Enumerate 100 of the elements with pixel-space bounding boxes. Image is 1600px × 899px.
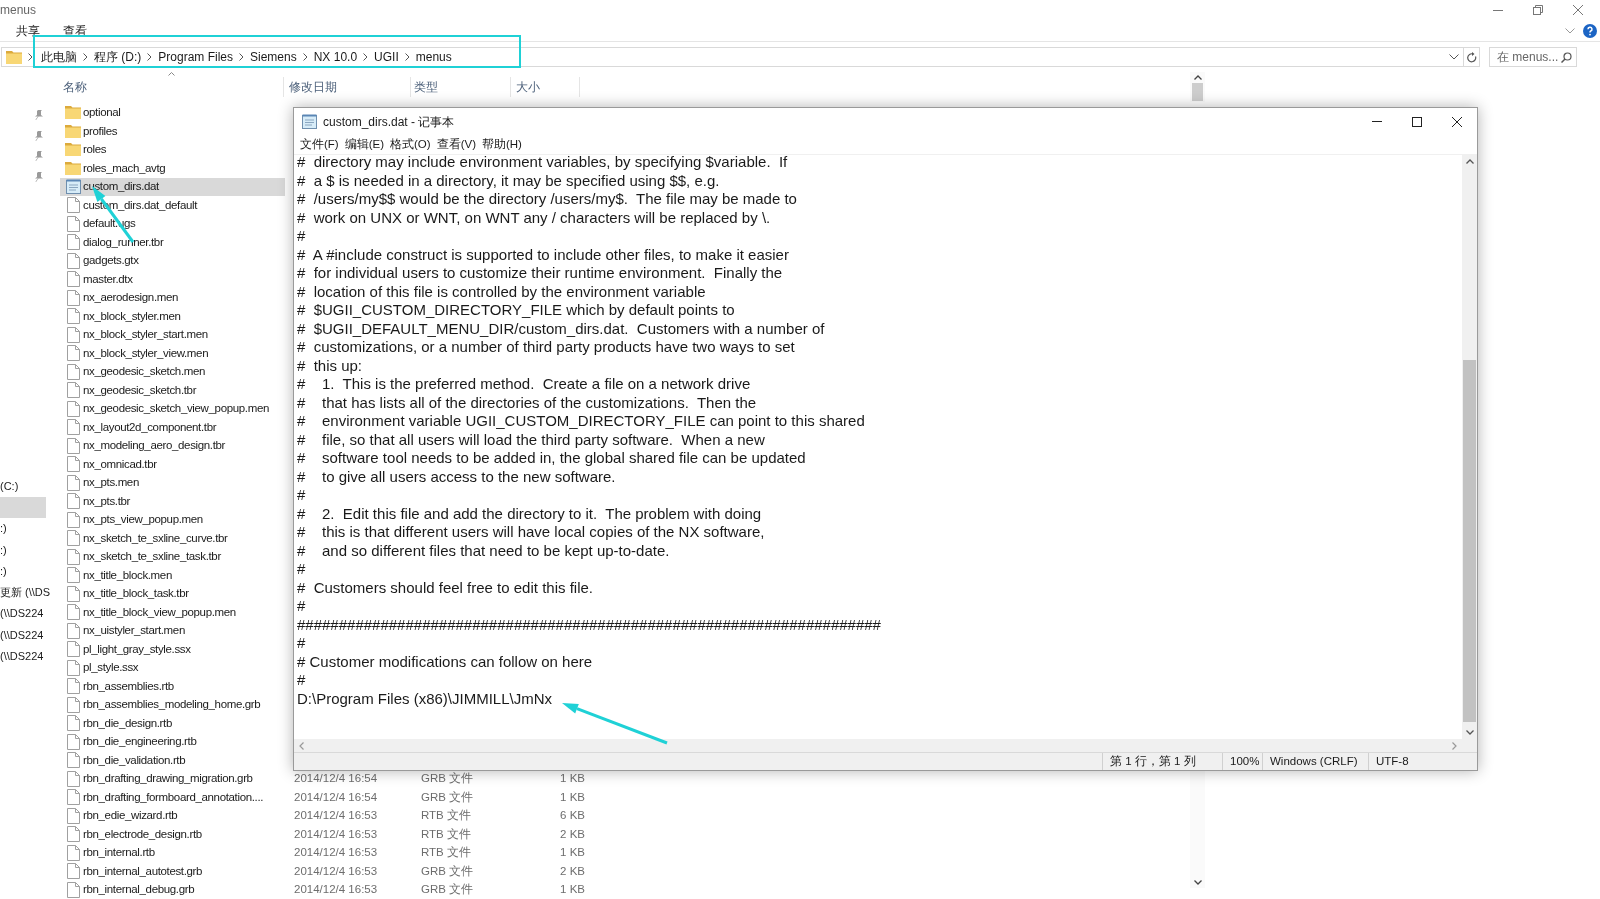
breadcrumb-item[interactable]: Siemens <box>250 51 297 63</box>
scroll-down-icon[interactable] <box>1193 880 1202 885</box>
file-item[interactable]: nx_geodesic_sketch.tbr <box>60 381 285 400</box>
file-item[interactable]: nx_block_styler.men <box>60 307 285 326</box>
breadcrumb-item[interactable]: 程序 (D:) <box>94 51 142 63</box>
file-item[interactable]: nx_uistyler_start.men <box>60 621 285 640</box>
nav-item[interactable]: (\\DS224 <box>0 603 46 625</box>
file-item[interactable]: nx_aerodesign.men <box>60 288 285 307</box>
file-item[interactable]: roles_mach_avtg <box>60 159 285 178</box>
chevron-down-icon[interactable] <box>1565 27 1575 34</box>
file-item[interactable]: nx_sketch_te_sxline_task.tbr <box>60 547 285 566</box>
file-item[interactable]: nx_omnicad.tbr <box>60 455 285 474</box>
file-item[interactable]: rbn_assemblies_modeling_home.grb <box>60 695 285 714</box>
breadcrumb-item[interactable]: NX 10.0 <box>313 51 358 63</box>
file-item[interactable]: rbn_edie_wizard.rtb <box>60 806 285 825</box>
file-item[interactable]: gadgets.gtx <box>60 251 285 270</box>
address-bar[interactable]: 此电脑 程序 (D:) Program Files Siemens NX 10.0 UGII menus <box>1 47 1464 67</box>
file-icon <box>66 604 80 621</box>
search-field[interactable]: 在 menus... <box>1489 47 1577 67</box>
scroll-up-icon[interactable] <box>1193 75 1202 80</box>
dropdown-icon[interactable] <box>1449 54 1459 60</box>
minimize-icon <box>1372 121 1382 122</box>
scroll-up-icon[interactable] <box>1465 159 1474 164</box>
notepad-file-icon <box>65 179 81 195</box>
column-header[interactable]: 名称 <box>63 81 87 93</box>
file-item[interactable]: rbn_drafting_formboard_annotation.... <box>60 788 285 807</box>
file-item[interactable]: nx_pts_view_popup.men <box>60 510 285 529</box>
file-item[interactable]: nx_title_block_view_popup.men <box>60 603 285 622</box>
file-item[interactable]: pl_style.ssx <box>60 658 285 677</box>
scroll-right-icon[interactable] <box>1452 741 1457 750</box>
column-header[interactable]: 类型 <box>414 81 438 93</box>
file-item[interactable]: roles <box>60 140 285 159</box>
nav-item[interactable]: :) <box>0 518 46 540</box>
file-item[interactable]: rbn_internal_debug.grb <box>60 880 285 899</box>
file-item[interactable]: nx_block_styler_view.men <box>60 344 285 363</box>
file-item[interactable]: dialog_runner.tbr <box>60 233 285 252</box>
file-item[interactable]: nx_pts.men <box>60 473 285 492</box>
scrollbar[interactable] <box>1190 771 1205 888</box>
file-item[interactable]: rbn_drafting_drawing_migration.grb <box>60 769 285 788</box>
file-item[interactable]: rbn_assemblies.rtb <box>60 677 285 696</box>
file-item[interactable]: optional <box>60 103 285 122</box>
file-item[interactable]: nx_block_styler_start.men <box>60 325 285 344</box>
file-item[interactable]: pl_light_gray_style.ssx <box>60 640 285 659</box>
pin-icon[interactable] <box>34 110 44 121</box>
file-item[interactable]: rbn_internal_autotest.grb <box>60 862 285 881</box>
menu-item[interactable]: 格式(O) <box>390 138 431 151</box>
file-item[interactable]: nx_sketch_te_sxline_curve.tbr <box>60 529 285 548</box>
file-item[interactable]: rbn_die_design.rtb <box>60 714 285 733</box>
file-icon <box>66 197 80 214</box>
refresh-button[interactable] <box>1464 47 1480 67</box>
menu-item[interactable]: 查看(V) <box>436 138 476 151</box>
file-item[interactable]: rbn_internal.rtb <box>60 843 285 862</box>
scrollbar[interactable] <box>1462 155 1477 739</box>
file-item[interactable]: nx_pts.tbr <box>60 492 285 511</box>
file-icon <box>66 807 80 824</box>
file-item[interactable]: nx_layout2d_component.tbr <box>60 418 285 437</box>
nav-item[interactable]: (\\DS224 <box>0 624 46 646</box>
pin-icon[interactable] <box>34 130 44 142</box>
file-item[interactable]: nx_title_block_task.tbr <box>60 584 285 603</box>
close-icon <box>1452 116 1462 127</box>
file-item[interactable]: nx_geodesic_sketch_view_popup.men <box>60 399 285 418</box>
breadcrumb-item[interactable]: 此电脑 <box>41 51 77 63</box>
nav-item[interactable]: :) <box>0 539 46 561</box>
column-header[interactable]: 修改日期 <box>289 81 337 93</box>
file-item[interactable]: nx_title_block.men <box>60 566 285 585</box>
file-icon <box>66 826 80 843</box>
nav-item[interactable]: (C:) <box>0 475 46 497</box>
window-title: menus <box>0 4 37 16</box>
file-item[interactable]: custom_dirs.dat <box>60 177 285 196</box>
file-item[interactable]: rbn_die_engineering.rtb <box>60 732 285 751</box>
breadcrumb-item[interactable]: UGII <box>374 51 399 63</box>
file-item[interactable]: nx_geodesic_sketch.men <box>60 362 285 381</box>
pin-icon[interactable] <box>34 171 44 183</box>
file-icon <box>66 400 80 417</box>
file-item[interactable]: rbn_electrode_design.rtb <box>60 825 285 844</box>
folder-icon <box>65 106 81 120</box>
file-item[interactable]: rbn_die_validation.rtb <box>60 751 285 770</box>
scroll-down-icon[interactable] <box>1465 730 1474 735</box>
menu-item[interactable]: 帮助(H) <box>482 138 522 151</box>
scroll-thumb[interactable] <box>1192 83 1203 101</box>
breadcrumb-item[interactable]: menus <box>415 51 452 63</box>
scroll-left-icon[interactable] <box>299 741 304 750</box>
scrollbar[interactable] <box>1190 72 1205 102</box>
scroll-thumb[interactable] <box>1463 360 1476 722</box>
file-item[interactable]: profiles <box>60 122 285 141</box>
menu-item[interactable]: 编辑(E) <box>344 138 385 151</box>
file-item[interactable]: master.dtx <box>60 270 285 289</box>
nav-item[interactable] <box>0 496 46 518</box>
pin-icon[interactable] <box>34 151 44 162</box>
date-cell-text: 2014/12/4 16:53 <box>294 845 379 861</box>
breadcrumb-item[interactable]: Program Files <box>158 51 233 63</box>
ribbon-tab[interactable]: 共享 <box>16 24 40 37</box>
file-item[interactable]: nx_modeling_aero_design.tbr <box>60 436 285 455</box>
help-icon[interactable] <box>1583 23 1597 38</box>
nav-item[interactable]: :) <box>0 560 46 582</box>
column-header[interactable]: 大小 <box>516 81 540 93</box>
nav-item[interactable]: (\\DS224 <box>0 645 46 667</box>
scrollbar[interactable] <box>294 739 1462 752</box>
file-icon <box>66 419 80 436</box>
menu-item[interactable]: 文件(F) <box>300 138 339 151</box>
